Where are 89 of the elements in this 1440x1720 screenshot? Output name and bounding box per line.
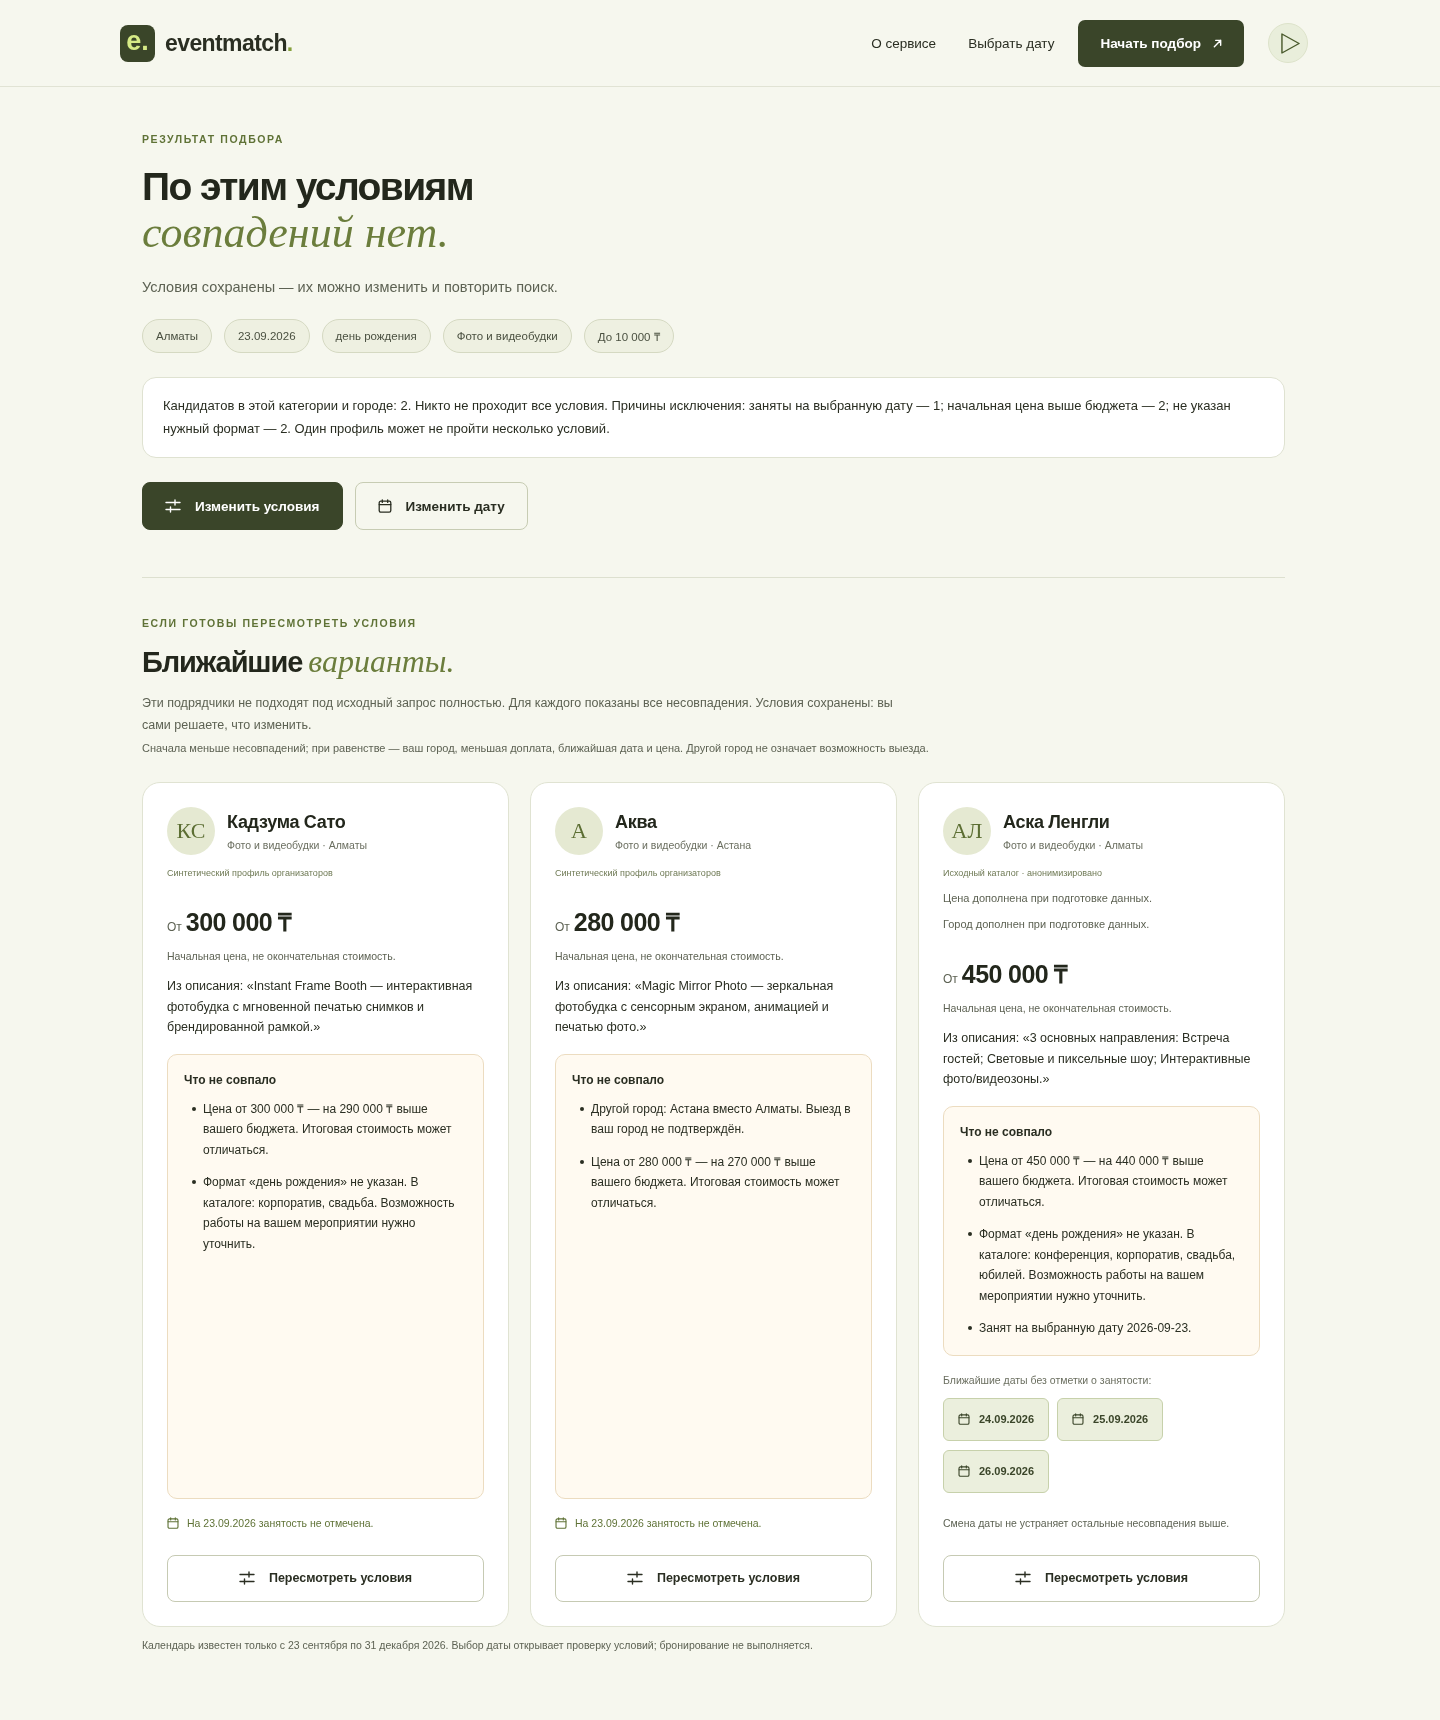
bullet-icon — [968, 1326, 972, 1330]
vendor-meta: Фото и видеобудки · Астана — [615, 838, 752, 851]
mismatch-title: Что не совпало — [572, 1072, 666, 1087]
start-button[interactable]: Начать подбор — [1078, 19, 1244, 67]
logo-mark[interactable]: e. — [120, 24, 155, 62]
avatar: АЛ — [943, 807, 991, 855]
nearest-dates-label: Ближайшие даты без отметки о занятости: — [943, 1373, 1153, 1386]
bullet-icon — [968, 1232, 972, 1236]
calendar-icon — [555, 1516, 567, 1529]
mismatch-title: Что не совпало — [960, 1124, 1054, 1139]
vendor-name: Аква — [615, 811, 658, 833]
calendar-icon — [958, 1413, 970, 1425]
bullet-icon — [580, 1106, 584, 1111]
filter-chip: Фото и видеобудки — [442, 319, 572, 353]
price: 300 000 ₸ — [185, 907, 292, 938]
mismatch-item: Цена от 300 000 ₸ — на 290 000 ₸ выше вашего бюджета. Итоговая стоимость может отличаться. — [203, 1100, 453, 1159]
vendor-name: Кадзума Сато — [227, 811, 347, 833]
filter-chip: До 10 000 ₸ — [583, 319, 674, 353]
mismatch-item: Формат «день рождения» не указан. В каталоге: конференция, корпоратив, свадьба, юбилей. Возможность работы на вашем мероприятии нужно уточнить. — [979, 1226, 1237, 1305]
filter-chip: день рождения — [321, 319, 431, 353]
date-chip[interactable]: 24.09.2026 — [943, 1397, 1050, 1441]
mismatch-item: Цена от 450 000 ₸ — на 440 000 ₸ выше вашего бюджета. Итоговая стоимость может отличаться. — [979, 1152, 1229, 1211]
arrow-icon — [1213, 38, 1222, 48]
calendar-icon — [1072, 1413, 1085, 1425]
mismatch-title: Что не совпало — [184, 1072, 278, 1087]
vendor-meta: Фото и видеобудки · Алматы — [227, 838, 367, 851]
page-title-accent: совпадений нет. — [142, 209, 449, 257]
revise-conditions-button[interactable]: Пересмотреть условия — [167, 1554, 484, 1602]
section-intro: Эти подрядчики не подходят под исходный запрос полностью. Для каждого показаны все несовпадения. Условия сохранены: вы сами решаете, что изменить. — [142, 695, 894, 734]
nav-link[interactable]: Выбрать дату — [968, 35, 1055, 51]
price-note: Начальная цена, не окончательная стоимость. — [943, 1002, 1173, 1014]
sliders-icon — [165, 499, 181, 513]
revise-conditions-button[interactable]: Пересмотреть условия — [555, 1554, 872, 1602]
price: 450 000 ₸ — [961, 959, 1068, 990]
date-chip[interactable]: 26.09.2026 — [943, 1449, 1050, 1493]
bullet-icon — [968, 1158, 972, 1163]
price-prefix: От — [167, 920, 182, 934]
price-prefix: От — [943, 972, 958, 986]
calendar-icon — [167, 1516, 179, 1529]
profile-source: Синтетический профиль организаторов — [167, 868, 334, 878]
avatar: А — [555, 807, 603, 855]
availability-note: На 23.09.2026 занятость не отмечена. — [575, 1516, 762, 1529]
mismatch-item: Формат «день рождения» не указан. В каталоге: корпоратив, свадьба. Возможность работы на вашем мероприятии нужно уточнить. — [203, 1174, 456, 1253]
vendor-name: Аска Ленгли — [1003, 811, 1111, 833]
play-icon — [1280, 32, 1300, 54]
sliders-icon — [626, 1571, 643, 1585]
vendor-meta: Фото и видеобудки · Алматы — [1003, 838, 1143, 851]
edit-date-button[interactable]: Изменить дату — [354, 482, 528, 530]
data-note: Город дополнен при подготовке данных. — [943, 918, 1151, 930]
logo-wordmark[interactable]: eventmatch. — [165, 29, 293, 57]
summary-panel: Кандидатов в этой категории и городе: 2. Никто не проходит все условия. Причины исключения: заняты на выбранную дату — 1; начальная цена выше бюджета — 2; не указан нужный формат — 2. Один профиль может не пройти несколько условий. — [142, 377, 1285, 458]
mismatch-item: Занят на выбранную дату 2026-09-23. — [979, 1320, 1192, 1337]
section-eyebrow: РЕЗУЛЬТАТ ПОДБОРА — [142, 133, 285, 145]
page-subtitle: Условия сохранены — их можно изменить и повторить поиск. — [142, 279, 559, 295]
mismatch-item: Цена от 280 000 ₸ — на 270 000 ₸ выше вашего бюджета. Итоговая стоимость может отличаться. — [591, 1153, 841, 1212]
price-note: Начальная цена, не окончательная стоимость. — [167, 950, 397, 962]
filter-chip: Алматы — [142, 319, 212, 353]
calendar-note: Календарь известен только с 23 сентября по 31 декабря 2026. Выбор даты открывает проверку условий; бронирование не выполняется. — [142, 1638, 814, 1651]
bullet-icon — [580, 1159, 584, 1164]
sort-note: Сначала меньше несовпадений; при равенстве — ваш город, меньшая доплата, ближайшая дата и цена. Другой город не означает возможность выезда. — [142, 742, 930, 754]
data-note: Цена дополнена при подготовке данных. — [943, 892, 1154, 904]
price: 280 000 ₸ — [573, 907, 680, 938]
revise-conditions-button[interactable]: Пересмотреть условия — [943, 1554, 1260, 1602]
availability-note: На 23.09.2026 занятость не отмечена. — [187, 1516, 374, 1529]
bullet-icon — [192, 1106, 196, 1111]
calendar-icon — [377, 499, 392, 513]
avatar: КС — [167, 807, 215, 855]
sliders-icon — [1014, 1571, 1031, 1585]
bullet-icon — [192, 1180, 196, 1184]
price-prefix: От — [555, 920, 570, 934]
date-change-note: Смена даты не устраняет остальные несовпадения выше. — [943, 1516, 1231, 1529]
profile-source: Синтетический профиль организаторов — [555, 868, 722, 878]
vendor-description: Из описания: «Instant Frame Booth — интерактивная фотобудка с мгновенной печатью снимков и брендированной рамкой.» — [167, 978, 474, 1036]
profile-source: Исходный каталог · анонимизировано — [943, 868, 1104, 878]
calendar-icon — [958, 1465, 970, 1477]
section-title-accent: варианты. — [308, 643, 455, 680]
mismatch-item: Другой город: Астана вместо Алматы. Выезд в ваш город не подтверждён. — [591, 1100, 852, 1138]
play-button[interactable] — [1268, 23, 1308, 63]
edit-conditions-button[interactable]: Изменить условия — [142, 482, 343, 530]
section-eyebrow: ЕСЛИ ГОТОВЫ ПЕРЕСМОТРЕТЬ УСЛОВИЯ — [142, 617, 418, 629]
vendor-description: Из описания: «Magic Mirror Photo — зеркальная фотобудка с сенсорным экраном, анимацией и печатью фото.» — [555, 978, 835, 1036]
price-note: Начальная цена, не окончательная стоимость. — [555, 950, 785, 962]
section-title: Ближайшие — [142, 646, 303, 679]
page-title: По этим условиям — [142, 165, 473, 209]
vendor-description: Из описания: «3 основных направления: Встреча гостей; Световые и пиксельные шоу; Интерактивные фото/видеозоны.» — [943, 1030, 1252, 1088]
sliders-icon — [238, 1571, 255, 1585]
filter-chip: 23.09.2026 — [223, 319, 310, 353]
date-chip[interactable]: 25.09.2026 — [1057, 1397, 1164, 1441]
nav-link[interactable]: О сервисе — [871, 35, 937, 51]
